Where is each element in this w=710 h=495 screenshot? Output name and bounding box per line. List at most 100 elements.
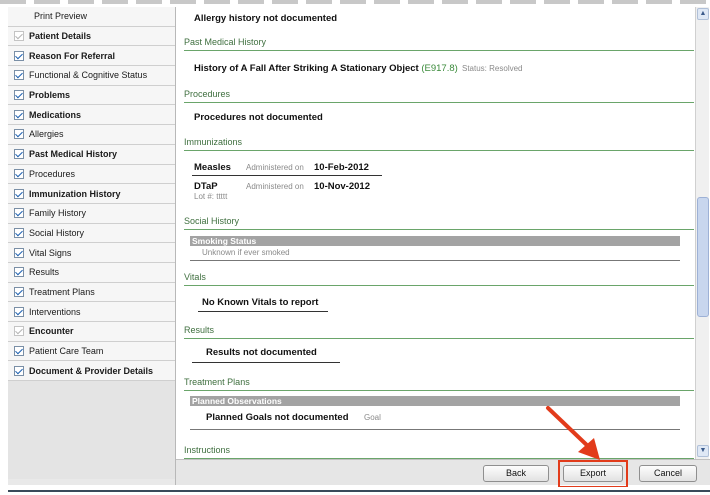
section-social-history: Social History [184,214,694,230]
immunization-admin-label: Administered on [246,182,304,191]
past-medical-entry-text: History of A Fall After Striking A Stati… [194,63,419,74]
section-title: Immunizations [184,137,243,147]
checkbox-icon[interactable] [14,149,24,160]
smoking-status-text: Unknown if ever smoked [202,248,290,257]
smoking-status-bar: Smoking Status [190,236,680,246]
sidebar-item[interactable]: Results [8,262,175,283]
immunization-date: 10-Feb-2012 [314,162,369,173]
sidebar-item[interactable]: Immunization History [8,184,175,204]
social-rule [190,260,680,261]
immunization-admin-label: Administered on [246,163,304,172]
allergy-text: Allergy history not documented [194,13,338,24]
section-immunizations: Immunizations [184,135,694,151]
cancel-button[interactable]: Cancel [639,465,697,482]
sidebar-item-label: Social History [29,227,85,238]
back-button[interactable]: Back [483,465,549,482]
dialog-footer: Back Export Cancel [176,459,710,488]
immunization-name: DTaP [194,181,218,192]
checkbox-icon[interactable] [14,129,24,140]
sidebar-item[interactable]: Past Medical History [8,144,175,165]
sidebar-item-label: Patient Details [29,31,92,42]
sidebar-item[interactable]: Procedures [8,164,175,185]
sidebar-item-label: Allergies [29,129,64,140]
export-button[interactable]: Export [563,465,623,482]
sidebar-item[interactable]: Reason For Referral [8,46,175,67]
scrollbar-thumb[interactable] [697,197,709,317]
sidebar-item-label: Document & Provider Details [29,365,154,376]
checkbox-icon[interactable] [14,326,24,337]
sidebar-item[interactable]: Treatment Plans [8,282,175,303]
checkbox-icon[interactable] [14,346,24,357]
planned-goals-text: Planned Goals not documented [206,412,349,423]
status-label: Status: [462,64,487,73]
sidebar-item-label: Immunization History [29,188,121,199]
sidebar-item[interactable]: Encounter [8,322,175,342]
section-title: Past Medical History [184,37,267,47]
section-results: Results [184,323,694,339]
document-preview[interactable]: Allergy history not documented Past Medi… [176,7,695,459]
top-dashed-border [0,0,710,4]
section-past-medical-history: Past Medical History [184,35,694,51]
checkbox-icon[interactable] [14,31,24,42]
planned-goals-tag: Goal [364,413,381,422]
checkbox-icon[interactable] [14,70,24,81]
sidebar-empty-area [8,381,175,480]
section-procedures: Procedures [184,87,694,103]
procedures-text: Procedures not documented [194,112,323,123]
past-medical-entry: History of A Fall After Striking A Stati… [194,63,458,74]
results-rule [192,362,340,363]
section-title: Procedures [184,89,231,99]
checkbox-icon[interactable] [14,50,24,61]
annotation-arrow-icon [546,406,600,460]
sidebar-item-label: Procedures [29,168,76,179]
checkbox-icon[interactable] [14,365,24,376]
checkbox-icon[interactable] [14,286,24,297]
sidebar-item[interactable]: Interventions [8,302,175,322]
sidebar-item[interactable]: Vital Signs [8,243,175,263]
status-value: Resolved [489,64,523,73]
results-text: Results not documented [206,347,317,358]
sidebar-item[interactable]: Patient Care Team [8,341,175,362]
sidebar-item[interactable]: Medications [8,105,175,126]
sidebar-item[interactable]: Family History [8,203,175,224]
vitals-rule [198,311,328,312]
sidebar-item-label: Past Medical History [29,149,118,160]
checkbox-icon[interactable] [14,208,24,219]
checkbox-icon[interactable] [14,109,24,120]
sidebar-item-label: Patient Care Team [29,346,104,357]
vitals-text: No Known Vitals to report [202,297,319,308]
bottom-border [0,487,710,495]
checkbox-icon[interactable] [14,306,24,317]
section-sidebar: Print Preview Patient Details Reason For R… [8,7,176,485]
sidebar-item-label: Medications [29,109,82,120]
sidebar-item[interactable]: Social History [8,223,175,244]
scroll-down-icon[interactable]: ▼ [697,445,709,457]
scroll-up-icon[interactable]: ▲ [697,8,709,20]
sidebar-item[interactable]: Document & Provider Details [8,361,175,382]
checkbox-icon[interactable] [14,90,24,101]
sidebar-item[interactable]: Functional & Cognitive Status [8,66,175,86]
sidebar-item[interactable]: Problems [8,85,175,106]
sidebar-item-label: Problems [29,90,71,101]
past-medical-status: Status: Resolved [462,64,523,73]
immunization-date: 10-Nov-2012 [314,181,370,192]
section-instructions: Instructions [184,443,694,459]
sidebar-item-label: Results [29,267,60,278]
vertical-scrollbar[interactable]: ▲ ▼ [695,7,709,459]
checkbox-icon[interactable] [14,227,24,238]
section-vitals: Vitals [184,270,694,286]
sidebar-item[interactable]: Print Preview [8,7,175,27]
section-treatment-plans: Treatment Plans [184,375,694,391]
sidebar-item[interactable]: Allergies [8,125,175,145]
sidebar-item[interactable]: Patient Details [8,26,175,47]
section-title: Treatment Plans [184,377,250,387]
sidebar-item-label: Print Preview [34,11,88,22]
sidebar-item-label: Family History [29,208,87,219]
checkbox-icon[interactable] [14,188,24,199]
section-title: Social History [184,216,240,226]
checkbox-icon[interactable] [14,247,24,258]
checkbox-icon[interactable] [14,267,24,278]
checkbox-icon[interactable] [14,168,24,179]
past-medical-code: (E917.8) [421,63,458,74]
immunization-name: Measles [194,162,231,173]
